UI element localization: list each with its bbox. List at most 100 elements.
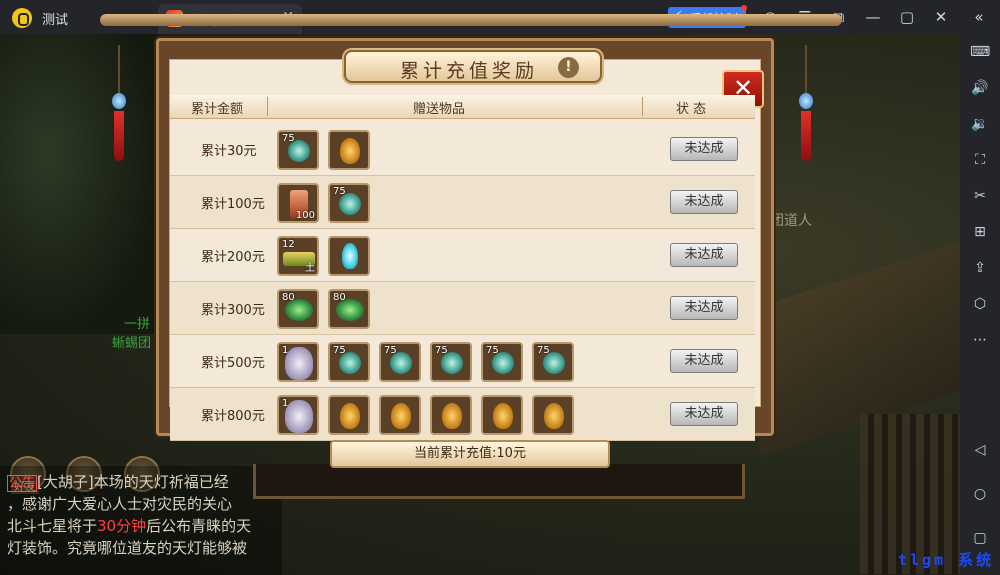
settings-hex-icon[interactable]: ⬡ bbox=[970, 294, 990, 314]
notice-tag: 公告 bbox=[7, 475, 38, 492]
reward-item-slot[interactable]: 75 bbox=[379, 342, 421, 382]
minimize-icon[interactable]: — bbox=[863, 7, 883, 27]
reward-item-slot[interactable] bbox=[379, 395, 421, 435]
item-count: 75 bbox=[333, 186, 346, 197]
dialog-title: 累计充值奖励 bbox=[400, 60, 539, 82]
help-icon[interactable]: ! bbox=[558, 57, 579, 78]
left-tassel bbox=[112, 45, 126, 161]
reward-item-slot[interactable] bbox=[328, 236, 370, 276]
reward-item-slot[interactable] bbox=[430, 395, 472, 435]
add-window-icon[interactable]: ⊞ bbox=[970, 222, 990, 242]
table-header: 累计金额 赠送物品 状 态 bbox=[170, 95, 755, 119]
reward-item-slot[interactable] bbox=[532, 395, 574, 435]
tab-test[interactable]: 测试 bbox=[42, 9, 68, 28]
reward-item-slot[interactable] bbox=[481, 395, 523, 435]
reward-item-slot[interactable]: 75 bbox=[481, 342, 523, 382]
volume-down-icon[interactable]: 🔉 bbox=[970, 114, 990, 134]
table-row: 累计30元 75 未达成 bbox=[170, 123, 755, 176]
reward-item-slot[interactable]: 12 土 bbox=[277, 236, 319, 276]
dialog-title-plate: 累计充值奖励 ! bbox=[344, 50, 602, 83]
item-count: 80 bbox=[282, 292, 295, 303]
emulator-window: 测试 蜥蜴团队 ✕ ⚡ 手机控制 ◉ ☰ ⧉ — ▢ ✕ « 团道人 一拼 蜥蜴… bbox=[0, 0, 1000, 575]
recent-apps-icon[interactable]: ▢ bbox=[970, 528, 990, 548]
portrait-icon bbox=[285, 400, 313, 433]
reward-item-slot[interactable]: 75 bbox=[328, 183, 370, 223]
right-tassel bbox=[799, 45, 813, 161]
chat-line-1: 公告 [大胡子]本场的天灯祈福已经 bbox=[7, 471, 229, 492]
reward-item-slot[interactable]: 75 bbox=[277, 130, 319, 170]
status-button[interactable]: 未达成 bbox=[670, 402, 738, 426]
item-sub-count: 100 bbox=[295, 210, 315, 221]
row-amount-label: 累计800元 bbox=[201, 409, 265, 424]
gold-gourd-icon bbox=[544, 403, 564, 429]
reward-item-slot[interactable]: 80 bbox=[277, 289, 319, 329]
chat-text-3a: 北斗七星将于 bbox=[7, 517, 98, 535]
apk-icon[interactable]: ⇪ bbox=[970, 258, 990, 278]
reward-item-slot[interactable]: 1 bbox=[277, 395, 319, 435]
status-button[interactable]: 未达成 bbox=[670, 190, 738, 214]
status-button[interactable]: 未达成 bbox=[670, 243, 738, 267]
item-count: 75 bbox=[282, 133, 295, 144]
watermark: tlgm 系统 bbox=[898, 551, 995, 569]
npc-name-text[interactable]: 团道人 bbox=[770, 210, 812, 230]
more-icon[interactable]: ⋯ bbox=[970, 330, 990, 350]
item-count: 1 bbox=[282, 345, 289, 356]
chat-panel[interactable]: 公告 [大胡子]本场的天灯祈福已经 ，感谢广大爱心人士对灾民的关心 北斗七星将于3… bbox=[0, 466, 282, 575]
keyboard-icon[interactable]: ⌨ bbox=[970, 42, 990, 62]
underlying-panel bbox=[253, 464, 745, 499]
portrait-icon bbox=[285, 347, 313, 380]
gold-gourd-icon bbox=[493, 403, 513, 429]
row-amount-label: 累计200元 bbox=[201, 250, 265, 265]
collapse-sidebar-icon[interactable]: « bbox=[969, 7, 989, 27]
row-amount-label: 累计300元 bbox=[201, 303, 265, 318]
status-button[interactable]: 未达成 bbox=[670, 296, 738, 320]
table-row: 累计500元 1 75 75 75 75 75 未达成 bbox=[170, 335, 755, 388]
gold-gourd-icon bbox=[340, 403, 360, 429]
reward-item-slot[interactable]: 75 bbox=[328, 342, 370, 382]
player-name-text: 一拼 bbox=[124, 317, 151, 332]
status-button[interactable]: 未达成 bbox=[670, 137, 738, 161]
scissors-icon[interactable]: ✂ bbox=[970, 186, 990, 206]
chat-line-2: ，感谢广大爱心人士对灾民的关心 bbox=[7, 495, 233, 513]
col-items: 赠送物品 bbox=[413, 102, 466, 117]
col-amount: 累计金额 bbox=[191, 102, 244, 117]
item-count: 75 bbox=[537, 345, 550, 356]
reward-item-slot[interactable]: 1 bbox=[277, 342, 319, 382]
close-window-icon[interactable]: ✕ bbox=[931, 7, 951, 27]
table-row: 累计300元 80 80 未达成 bbox=[170, 282, 755, 335]
gold-gourd-icon bbox=[340, 138, 360, 164]
chat-text-3b: 后公布青睐的天 bbox=[146, 517, 252, 535]
item-count: 12 bbox=[282, 239, 295, 250]
guild-name-text: 蜥蜴团 bbox=[112, 336, 152, 351]
current-total-bar: 当前累计充值:10元 bbox=[330, 440, 610, 468]
table-row: 累计100元 100 75 未达成 bbox=[170, 176, 755, 229]
screenshot-icon[interactable]: ⛶ bbox=[970, 150, 990, 170]
app-logo-icon bbox=[12, 8, 32, 28]
col-status: 状 态 bbox=[676, 102, 707, 117]
chat-text-3-red: 30分钟 bbox=[97, 517, 147, 535]
item-sub-count: 土 bbox=[305, 263, 315, 274]
back-icon[interactable]: ◁ bbox=[970, 440, 990, 460]
table-row: 累计200元 12 土 未达成 bbox=[170, 229, 755, 282]
item-count: 75 bbox=[435, 345, 448, 356]
row-amount-label: 累计30元 bbox=[201, 144, 257, 159]
reward-item-slot[interactable] bbox=[328, 130, 370, 170]
reward-item-slot[interactable]: 100 bbox=[277, 183, 319, 223]
reward-item-slot[interactable] bbox=[328, 395, 370, 435]
table-row: 累计800元 1 未达成 bbox=[170, 388, 755, 441]
dialog-top-rod bbox=[100, 14, 842, 26]
maximize-icon[interactable]: ▢ bbox=[897, 7, 917, 27]
item-count: 1 bbox=[282, 398, 289, 409]
reward-item-slot[interactable]: 75 bbox=[532, 342, 574, 382]
volume-up-icon[interactable]: 🔊 bbox=[970, 78, 990, 98]
row-amount-label: 累计100元 bbox=[201, 197, 265, 212]
chat-text-1: [大胡子]本场的天灯祈福已经 bbox=[37, 473, 229, 491]
spirit-flame-icon bbox=[342, 243, 358, 269]
bg-tree bbox=[0, 34, 160, 334]
chat-line-3: 北斗七星将于30分钟后公布青睐的天 bbox=[7, 515, 251, 536]
reward-item-slot[interactable]: 75 bbox=[430, 342, 472, 382]
reward-item-slot[interactable]: 80 bbox=[328, 289, 370, 329]
item-count: 75 bbox=[486, 345, 499, 356]
home-icon[interactable]: ○ bbox=[970, 484, 990, 504]
status-button[interactable]: 未达成 bbox=[670, 349, 738, 373]
